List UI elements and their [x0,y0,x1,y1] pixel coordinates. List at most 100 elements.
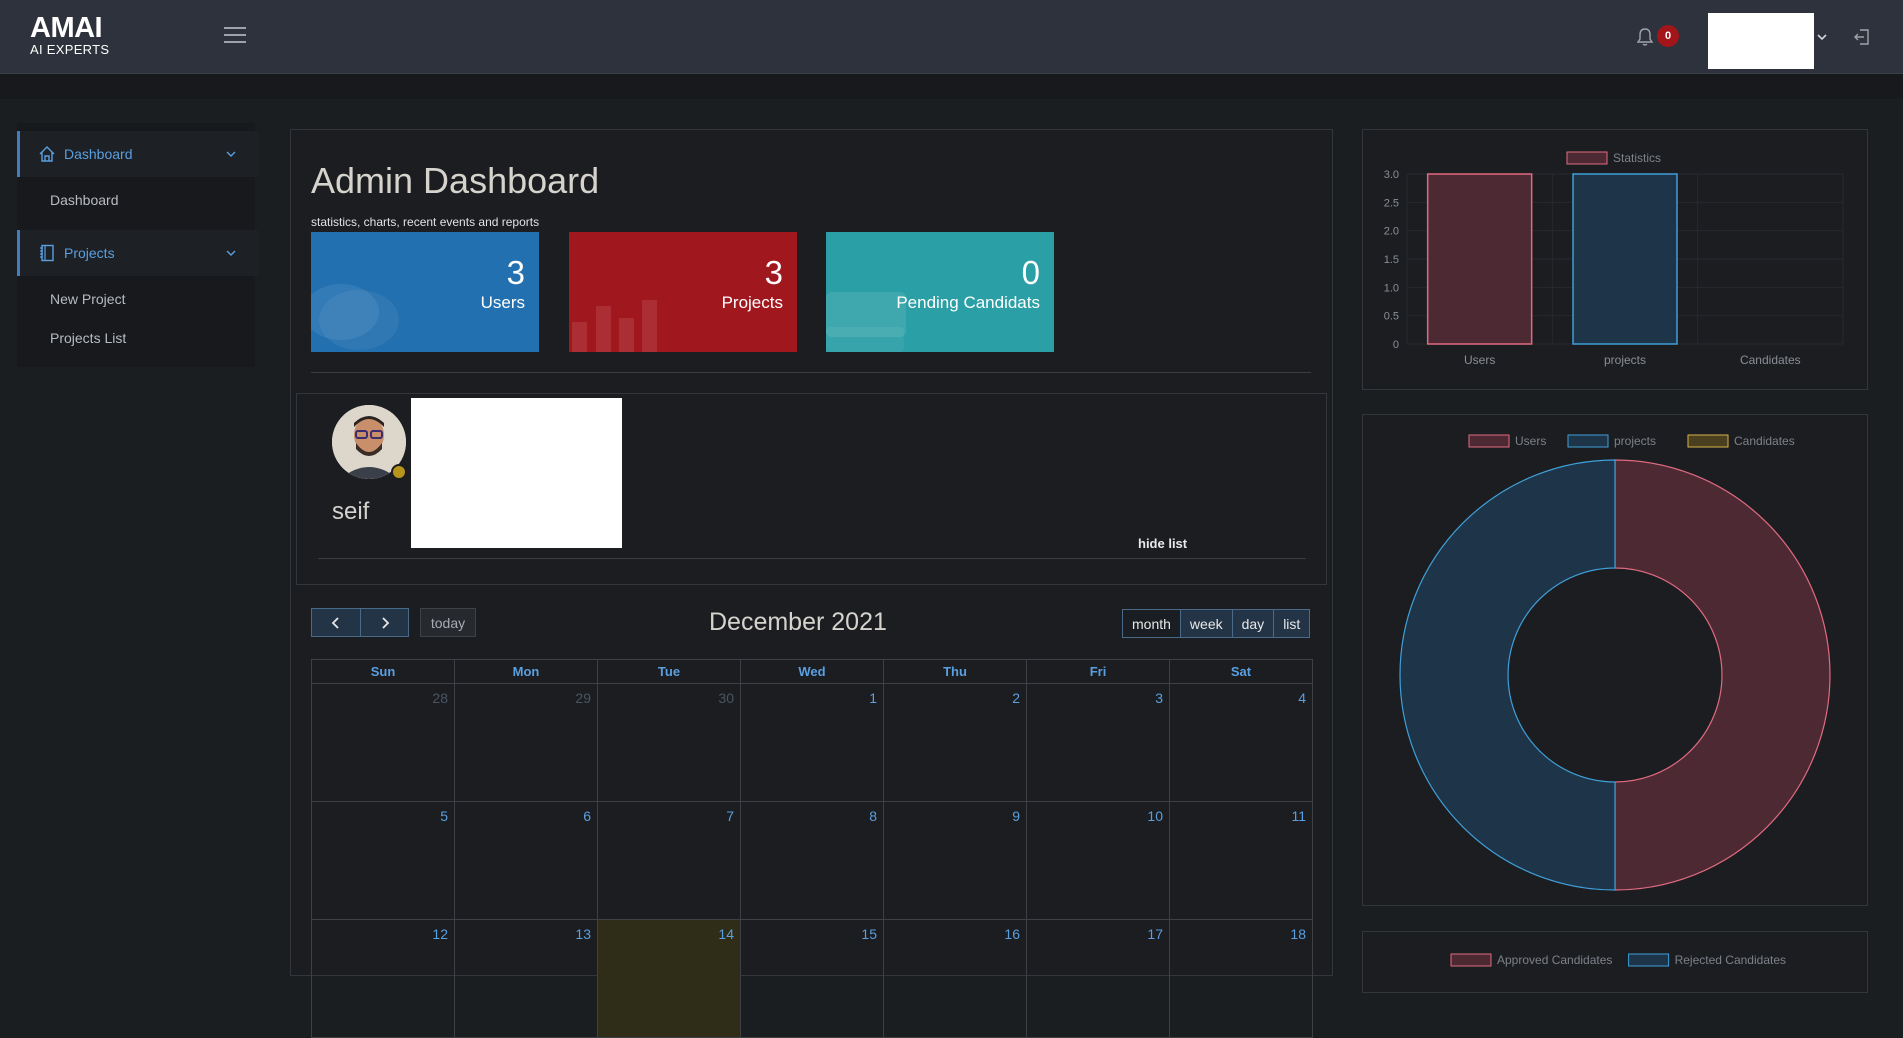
divider [318,558,1306,559]
prev-month-button[interactable] [311,608,361,637]
y-tick-label: 0.5 [1384,311,1399,323]
legend-label: Statistics [1613,151,1661,165]
legend-swatch [1567,434,1609,448]
candidates-chart: Approved Candidates Rejected Candidates [1362,931,1868,993]
calendar-view-switcher: month week day list [1122,609,1311,638]
day-number: 7 [726,808,734,824]
calendar-nav-buttons [311,608,409,637]
day-number: 9 [1012,808,1020,824]
next-month-button[interactable] [361,608,409,637]
calendar-day-cell[interactable]: 9 [883,802,1026,920]
day-number: 2 [1012,690,1020,706]
notification-badge[interactable]: 0 [1657,25,1679,47]
chevron-down-icon[interactable] [1816,32,1828,42]
divider [311,372,1311,373]
chevron-right-icon [381,616,389,629]
day-number: 4 [1298,690,1306,706]
weekday-label: Tue [597,659,740,684]
logo-tagline: AI EXPERTS [30,42,110,57]
calendar-day-cell[interactable]: 16 [883,920,1026,1038]
stat-label: Pending Candidats [896,293,1040,312]
weekday-label: Sun [311,659,454,684]
stat-card-projects[interactable]: 3 Projects [569,232,797,352]
legend-label: Users [1515,434,1546,448]
sidebar-group-projects[interactable]: Projects [17,230,258,276]
legend-swatch [1468,434,1510,448]
sidebar-item-projects-list[interactable]: Projects List [50,330,126,346]
sub-header-bar [0,74,1903,99]
brand-logo[interactable]: AMAI AI EXPERTS [30,12,110,58]
legend-swatch [1566,151,1608,165]
calendar-day-cell[interactable]: 30 [597,684,740,802]
calendar-day-cell[interactable]: 1 [740,684,883,802]
page-subtitle: statistics, charts, recent events and re… [311,215,540,229]
stat-card-pending-candidats[interactable]: 0 Pending Candidats [826,232,1054,352]
day-number: 11 [1291,808,1306,824]
top-navbar: AMAI AI EXPERTS 0 [0,0,1903,74]
view-day-button[interactable]: day [1232,609,1275,638]
weekday-label: Wed [740,659,883,684]
sidebar-group-label: Projects [64,245,115,261]
notebook-icon [40,244,54,262]
calendar-week-row: 5 6 7 8 9 10 11 [311,802,1313,920]
calendar-day-cell[interactable]: 5 [311,802,454,920]
calendar-day-cell[interactable]: 15 [740,920,883,1038]
x-tick-label: Users [1464,353,1495,367]
weekday-label: Fri [1026,659,1169,684]
calendar-day-cell[interactable]: 12 [311,920,454,1038]
sidebar-group-dashboard[interactable]: Dashboard [17,131,258,177]
bell-icon[interactable] [1636,27,1654,47]
day-number: 10 [1147,808,1163,824]
day-number: 16 [1004,926,1020,942]
donut-chart-svg: Users projects Candidates [1399,434,1831,891]
user-name: seif [332,498,370,525]
sidebar-item-dashboard[interactable]: Dashboard [50,192,119,208]
calendar-week-row: 28 29 30 1 2 3 4 [311,684,1313,802]
day-number: 30 [718,690,734,706]
y-tick-label: 2.0 [1384,226,1399,238]
logout-icon[interactable] [1852,27,1872,47]
day-number: 29 [575,690,591,706]
calendar-day-cell[interactable]: 8 [740,802,883,920]
sidebar-item-new-project[interactable]: New Project [50,291,125,307]
weekday-label: Thu [883,659,1026,684]
calendar-day-cell[interactable]: 6 [454,802,597,920]
day-number: 28 [432,690,448,706]
view-week-button[interactable]: week [1180,609,1233,638]
calendar-day-cell[interactable]: 7 [597,802,740,920]
distribution-donut-chart: Users projects Candidates [1362,414,1868,906]
calendar-day-cell[interactable]: 3 [1026,684,1169,802]
day-number: 18 [1290,926,1306,942]
stat-card-users[interactable]: 3 Users [311,232,539,352]
legend-label: Candidates [1734,434,1795,448]
dashboard-panel: Admin Dashboard statistics, charts, rece… [290,129,1333,1038]
calendar-day-cell[interactable]: 13 [454,920,597,1038]
profile-info-card [411,398,622,548]
y-tick-label: 1.5 [1384,254,1399,266]
hide-list-link[interactable]: hide list [1138,536,1187,551]
user-menu[interactable] [1708,13,1814,69]
logo-text: AMAI [30,12,103,44]
calendar-day-cell[interactable]: 4 [1169,684,1313,802]
view-month-button[interactable]: month [1122,609,1181,638]
calendar-day-cell[interactable]: 18 [1169,920,1313,1038]
calendar-day-cell[interactable]: 2 [883,684,1026,802]
day-number: 12 [432,926,448,942]
calendar-day-cell[interactable]: 28 [311,684,454,802]
calendar-grid: Sun Mon Tue Wed Thu Fri Sat 28 29 30 1 2 3 4 5 6… [311,659,1313,1038]
online-status-dot [391,464,407,480]
calendar-day-cell[interactable]: 17 [1026,920,1169,1038]
stat-value: 3 [764,254,783,291]
calendar-day-cell[interactable]: 29 [454,684,597,802]
page-title: Admin Dashboard [311,160,600,201]
stat-value: 3 [506,254,525,291]
calendar-day-cell[interactable]: 10 [1026,802,1169,920]
calendar-day-cell[interactable]: 11 [1169,802,1313,920]
legend-swatch [1687,434,1729,448]
calendar-day-cell-today[interactable]: 14 [597,920,740,1038]
day-number: 1 [869,690,877,706]
donut-slice [1399,459,1616,891]
view-list-button[interactable]: list [1274,609,1311,638]
menu-toggle-icon[interactable] [224,27,246,43]
today-button[interactable]: today [420,608,476,637]
